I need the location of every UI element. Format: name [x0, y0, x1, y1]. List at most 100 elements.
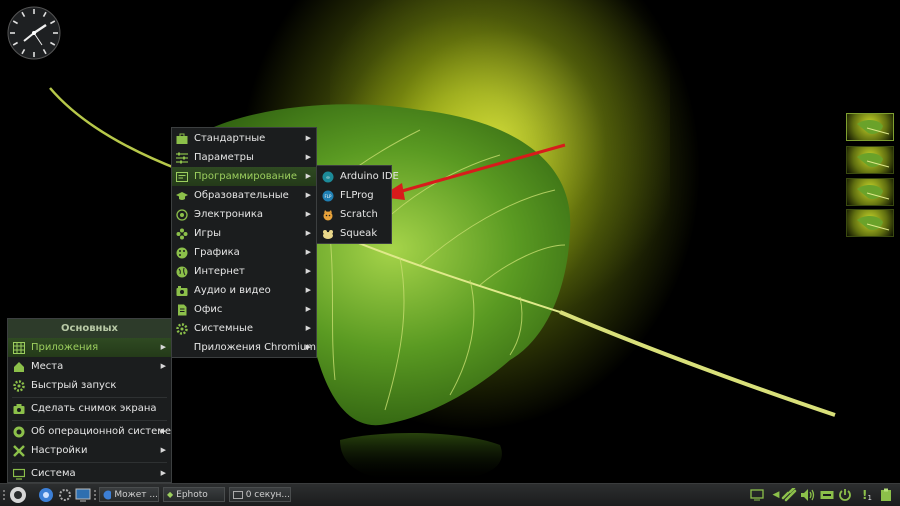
apps-item-chromium-apps[interactable]: Приложения Chromium ▶: [172, 338, 316, 357]
palette-icon: [176, 247, 188, 259]
apps-item-label: Офис: [194, 304, 223, 315]
task-button-ephoto[interactable]: ◆ Ephoto: [163, 487, 225, 502]
apps-item-graphics[interactable]: Графика ▶: [172, 243, 316, 262]
gear-icon: [59, 488, 71, 501]
main-menu-item-screenshot[interactable]: Сделать снимок экрана: [8, 399, 171, 418]
menu-separator: [12, 397, 167, 398]
network-tray-icon[interactable]: [781, 487, 797, 503]
apps-item-label: Интернет: [194, 266, 245, 277]
distro-logo-icon: [10, 486, 26, 503]
task-button-recorder[interactable]: 0 секун...: [229, 487, 291, 502]
main-menu-item-applications[interactable]: Приложения ▶: [8, 338, 171, 357]
workspace-1-thumbnail[interactable]: [846, 113, 894, 141]
blank-icon: [176, 342, 188, 354]
submenu-arrow-icon: ▶: [160, 469, 166, 477]
task-button-browser[interactable]: Может ...: [99, 487, 159, 502]
submenu-arrow-icon: ▶: [160, 343, 166, 351]
prog-item-label: Arduino IDE: [340, 171, 399, 182]
notifications-tray-icon[interactable]: ! 1: [857, 487, 877, 503]
apps-item-education[interactable]: Образовательные ▶: [172, 186, 316, 205]
chevron-left-icon: ◀: [772, 490, 780, 500]
svg-text:∞: ∞: [326, 175, 330, 181]
apps-item-label: Игры: [194, 228, 221, 239]
chromium-icon: [39, 487, 53, 502]
prog-item-flprog[interactable]: FLP FLProg: [317, 186, 391, 205]
submenu-arrow-icon: ▶: [160, 427, 166, 435]
prog-item-label: Scratch: [340, 209, 378, 220]
apps-item-label: Системные: [194, 323, 254, 334]
volume-tray-icon[interactable]: [800, 487, 816, 503]
apps-item-electronics[interactable]: Электроника ▶: [172, 205, 316, 224]
gear-icon: [176, 322, 188, 335]
apps-item-accessories[interactable]: Стандартные ▶: [172, 129, 316, 148]
workspace-3-thumbnail[interactable]: [846, 178, 894, 206]
submenu-arrow-icon: ▶: [305, 286, 311, 294]
keyboard-icon: [820, 491, 834, 499]
monitor-icon: [13, 468, 25, 480]
recorder-icon: [233, 490, 243, 499]
audio-icon: [176, 285, 188, 297]
main-menu-item-places[interactable]: Места ▶: [8, 357, 171, 376]
document-icon: [176, 304, 188, 316]
apps-item-label: Образовательные: [194, 190, 289, 201]
camera-icon: [13, 403, 25, 415]
clipboard-icon: [881, 488, 891, 501]
screen-launcher[interactable]: [75, 486, 91, 503]
power-tray-icon[interactable]: [837, 487, 853, 503]
main-menu-item-label: Система: [31, 468, 76, 479]
submenu-arrow-icon: ▶: [305, 305, 311, 313]
chromium-launcher[interactable]: [38, 486, 54, 503]
submenu-arrow-icon: ▶: [160, 362, 166, 370]
main-menu-item-system[interactable]: Система ▶: [8, 464, 171, 483]
prog-item-label: FLProg: [340, 190, 374, 201]
info-icon: [13, 426, 25, 438]
start-menu-button[interactable]: [8, 486, 28, 503]
prog-item-arduino-ide[interactable]: ∞ Arduino IDE: [317, 167, 399, 186]
main-menu-item-label: Места: [31, 361, 64, 372]
apps-item-audio-video[interactable]: Аудио и видео ▶: [172, 281, 316, 300]
workspace-2-thumbnail[interactable]: [846, 146, 894, 174]
image-viewer-icon: ◆: [167, 490, 174, 499]
briefcase-icon: [176, 133, 188, 145]
apps-item-system[interactable]: Системные ▶: [172, 319, 316, 338]
applications-submenu: Стандартные ▶ Параметры ▶ Программирован…: [171, 127, 317, 358]
apps-item-preferences[interactable]: Параметры ▶: [172, 148, 316, 167]
grid-icon: [13, 341, 25, 354]
apps-item-office[interactable]: Офис ▶: [172, 300, 316, 319]
submenu-arrow-icon: ▶: [305, 153, 311, 161]
task-label: 0 секун...: [245, 489, 290, 500]
main-menu-item-quick-launch[interactable]: Быстрый запуск: [8, 376, 171, 395]
main-menu-item-settings[interactable]: Настройки ▶: [8, 441, 171, 460]
submenu-arrow-icon: ▶: [305, 191, 311, 199]
workspace-4-thumbnail[interactable]: [846, 209, 894, 237]
prog-item-squeak[interactable]: Squeak: [317, 224, 391, 243]
settings-launcher[interactable]: [58, 486, 72, 503]
apps-item-internet[interactable]: Интернет ▶: [172, 262, 316, 281]
submenu-arrow-icon: ▶: [305, 172, 311, 180]
keyboard-layout-tray-icon[interactable]: [819, 487, 835, 503]
panel-handle: [3, 490, 7, 500]
submenu-arrow-icon: ▶: [305, 267, 311, 275]
prog-item-label: Squeak: [340, 228, 378, 239]
squeak-icon: [322, 228, 334, 240]
scratch-icon: [322, 209, 334, 221]
chip-icon: [176, 208, 188, 221]
apps-item-games[interactable]: Игры ▶: [172, 224, 316, 243]
notification-count-badge: 1: [867, 494, 872, 502]
apps-item-programming[interactable]: Программирование ▶: [172, 167, 316, 186]
gamepad-icon: [176, 228, 188, 240]
display-icon: [750, 489, 764, 501]
power-icon: [839, 489, 851, 501]
display-tray-icon[interactable]: [749, 487, 765, 503]
tools-icon: [13, 444, 25, 457]
clipboard-tray-icon[interactable]: [878, 487, 894, 503]
main-menu-item-about-os[interactable]: Об операционной системе ▶: [8, 422, 171, 441]
main-menu-item-label: Настройки: [31, 445, 88, 456]
main-menu-item-label: Приложения: [31, 342, 99, 353]
chromium-icon: [103, 490, 112, 499]
code-icon: [176, 171, 188, 183]
arduino-icon: ∞: [322, 171, 334, 183]
submenu-arrow-icon: ▶: [305, 248, 311, 256]
apps-item-label: Параметры: [194, 152, 254, 163]
prog-item-scratch[interactable]: Scratch: [317, 205, 391, 224]
